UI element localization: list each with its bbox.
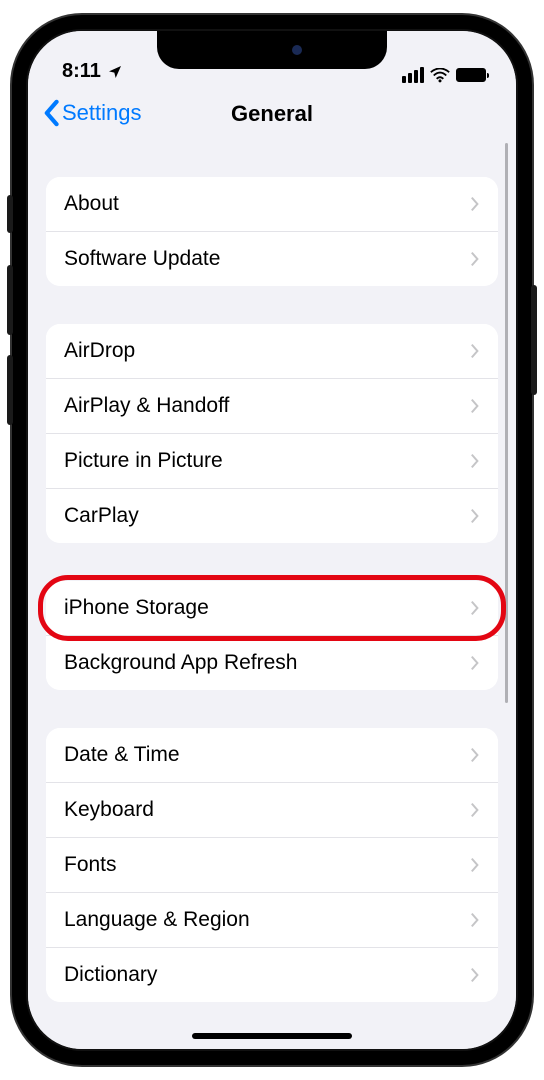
chevron-right-icon bbox=[470, 655, 480, 671]
volume-down-button bbox=[7, 355, 13, 425]
settings-group: AirDrop AirPlay & Handoff Picture in Pictu… bbox=[46, 324, 498, 543]
chevron-right-icon bbox=[470, 802, 480, 818]
home-indicator[interactable] bbox=[192, 1033, 352, 1039]
chevron-right-icon bbox=[470, 398, 480, 414]
row-label: Language & Region bbox=[64, 908, 250, 932]
location-arrow-icon bbox=[107, 64, 123, 80]
row-about[interactable]: About bbox=[46, 177, 498, 232]
row-label: Software Update bbox=[64, 247, 220, 271]
chevron-right-icon bbox=[470, 251, 480, 267]
row-picture-in-picture[interactable]: Picture in Picture bbox=[46, 434, 498, 489]
row-label: Background App Refresh bbox=[64, 651, 297, 675]
row-fonts[interactable]: Fonts bbox=[46, 838, 498, 893]
row-label: About bbox=[64, 192, 119, 216]
settings-group: About Software Update bbox=[46, 177, 498, 286]
row-airplay-handoff[interactable]: AirPlay & Handoff bbox=[46, 379, 498, 434]
front-camera-icon bbox=[292, 45, 302, 55]
volume-up-button bbox=[7, 265, 13, 335]
row-label: iPhone Storage bbox=[64, 596, 209, 620]
status-left: 8:11 bbox=[62, 60, 123, 83]
row-carplay[interactable]: CarPlay bbox=[46, 489, 498, 543]
row-iphone-storage[interactable]: iPhone Storage bbox=[46, 581, 498, 636]
chevron-right-icon bbox=[470, 600, 480, 616]
row-background-app-refresh[interactable]: Background App Refresh bbox=[46, 636, 498, 690]
row-label: Dictionary bbox=[64, 963, 157, 987]
chevron-right-icon bbox=[470, 196, 480, 212]
battery-icon bbox=[456, 68, 486, 82]
chevron-right-icon bbox=[470, 912, 480, 928]
row-dictionary[interactable]: Dictionary bbox=[46, 948, 498, 1002]
row-software-update[interactable]: Software Update bbox=[46, 232, 498, 286]
row-label: Picture in Picture bbox=[64, 449, 223, 473]
status-time: 8:11 bbox=[62, 60, 101, 83]
row-label: Date & Time bbox=[64, 743, 180, 767]
chevron-left-icon bbox=[42, 99, 60, 127]
notch bbox=[157, 31, 387, 69]
back-button[interactable]: Settings bbox=[42, 99, 142, 127]
settings-group: Date & Time Keyboard Fonts Language & Regio… bbox=[46, 728, 498, 1002]
wifi-icon bbox=[430, 68, 450, 83]
cellular-signal-icon bbox=[402, 67, 424, 83]
chevron-right-icon bbox=[470, 453, 480, 469]
settings-group: iPhone Storage Background App Refresh bbox=[46, 581, 498, 690]
chevron-right-icon bbox=[470, 857, 480, 873]
chevron-right-icon bbox=[470, 747, 480, 763]
row-label: AirPlay & Handoff bbox=[64, 394, 229, 418]
content-scroll[interactable]: About Software Update AirDrop AirPlay & Han… bbox=[28, 139, 516, 1049]
row-label: AirDrop bbox=[64, 339, 135, 363]
page-title: General bbox=[231, 101, 313, 127]
power-button bbox=[531, 285, 537, 395]
phone-frame: 8:11 Settings bbox=[12, 15, 532, 1065]
chevron-right-icon bbox=[470, 967, 480, 983]
back-label: Settings bbox=[62, 100, 142, 126]
row-label: CarPlay bbox=[64, 504, 139, 528]
nav-bar: Settings General bbox=[28, 89, 516, 139]
mute-switch bbox=[7, 195, 13, 233]
row-language-region[interactable]: Language & Region bbox=[46, 893, 498, 948]
screen: 8:11 Settings bbox=[26, 29, 518, 1051]
chevron-right-icon bbox=[470, 508, 480, 524]
row-label: Fonts bbox=[64, 853, 117, 877]
chevron-right-icon bbox=[470, 343, 480, 359]
scroll-indicator bbox=[505, 143, 508, 703]
row-keyboard[interactable]: Keyboard bbox=[46, 783, 498, 838]
row-label: Keyboard bbox=[64, 798, 154, 822]
status-right bbox=[402, 67, 486, 83]
row-airdrop[interactable]: AirDrop bbox=[46, 324, 498, 379]
row-date-time[interactable]: Date & Time bbox=[46, 728, 498, 783]
